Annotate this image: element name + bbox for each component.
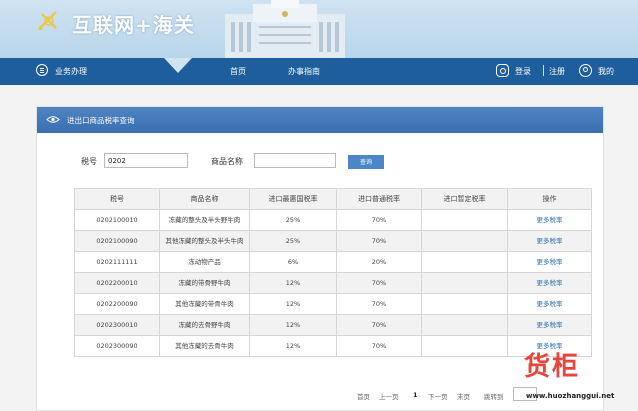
panel-header: 进出口商品税率查询: [37, 107, 603, 133]
nav-business[interactable]: 业务办理: [55, 66, 87, 77]
tax-number-label: 税号: [81, 157, 97, 166]
product-name-input[interactable]: [254, 153, 336, 168]
cell-mfn-rate: 12%: [249, 335, 337, 357]
pager-next[interactable]: 下一页: [428, 391, 448, 401]
eye-icon: [46, 116, 60, 123]
watermark-logo: 货柜: [524, 352, 581, 382]
cell-product-name: 冻动物产品: [159, 251, 250, 273]
cell-mfn-rate: 12%: [249, 272, 337, 294]
table-row: 0202111111 冻动物产品 6% 20% 更多税率: [74, 251, 592, 273]
cell-product-name: 其他冻藏的整头及半头牛肉: [159, 230, 250, 252]
cell-tax-number: 0202300090: [74, 335, 160, 357]
cell-mfn-rate: 12%: [249, 293, 337, 315]
table-header-row: 税号 商品名称 进口最惠国税率 进口普通税率 进口暂定税率 操作: [74, 188, 592, 210]
table-row: 0202300090 其他冻藏的去骨牛肉 12% 70% 更多税率: [74, 335, 592, 357]
cell-tax-number: 0202100090: [74, 230, 160, 252]
user-icon[interactable]: [579, 64, 592, 77]
cell-provisional-rate: [421, 314, 508, 336]
nav-guide[interactable]: 办事指南: [288, 66, 320, 77]
pager-prev[interactable]: 上一页: [379, 391, 399, 401]
more-rates-link[interactable]: 更多税率: [507, 209, 592, 231]
product-name-label: 商品名称: [211, 157, 243, 166]
tax-number-input[interactable]: [104, 153, 188, 168]
more-rates-link[interactable]: 更多税率: [507, 314, 592, 336]
pager-current[interactable]: 1: [413, 391, 418, 399]
cell-mfn-rate: 6%: [249, 251, 337, 273]
cell-general-rate: 70%: [336, 293, 422, 315]
cell-product-name: 冻藏的去骨野牛肉: [159, 314, 250, 336]
cell-general-rate: 70%: [336, 314, 422, 336]
cell-product-name: 冻藏的整头及半头野牛肉: [159, 209, 250, 231]
cell-tax-number: 0202111111: [74, 251, 160, 273]
cell-provisional-rate: [421, 209, 508, 231]
pager-jump-label: 跳转到: [484, 393, 504, 401]
pager-first[interactable]: 首页: [357, 391, 370, 401]
nav-register[interactable]: 注册: [549, 66, 565, 77]
table-row: 0202300010 冻藏的去骨野牛肉 12% 70% 更多税率: [74, 314, 592, 336]
site-title: 互联网+海关: [72, 13, 195, 37]
more-rates-link[interactable]: 更多税率: [507, 272, 592, 294]
panel-title: 进出口商品税率查询: [67, 116, 135, 125]
nav-login[interactable]: 登录: [515, 66, 531, 77]
col-header-tax-number: 税号: [74, 188, 160, 210]
col-header-general-rate: 进口普通税率: [336, 188, 422, 210]
pager-last[interactable]: 末页: [457, 391, 470, 401]
cell-general-rate: 20%: [336, 251, 422, 273]
tariff-query-panel: 进出口商品税率查询 税号 商品名称 查询 税号 商品名称 进口最惠国税率 进口普…: [36, 106, 604, 411]
cell-product-name: 其他冻藏的去骨牛肉: [159, 335, 250, 357]
cell-tax-number: 0202200090: [74, 293, 160, 315]
col-header-operation: 操作: [507, 188, 592, 210]
table-row: 0202200090 其他冻藏的带骨牛肉 12% 70% 更多税率: [74, 293, 592, 315]
cell-mfn-rate: 12%: [249, 314, 337, 336]
cell-general-rate: 70%: [336, 272, 422, 294]
cell-provisional-rate: [421, 230, 508, 252]
tariff-table: 税号 商品名称 进口最惠国税率 进口普通税率 进口暂定税率 操作 0202100…: [74, 188, 592, 357]
cell-general-rate: 70%: [336, 230, 422, 252]
cell-general-rate: 70%: [336, 209, 422, 231]
cell-provisional-rate: [421, 272, 508, 294]
table-row: 0202200010 冻藏的带骨野牛肉 12% 70% 更多税率: [74, 272, 592, 294]
menu-icon[interactable]: [36, 64, 48, 76]
query-button[interactable]: 查询: [348, 155, 384, 169]
cell-provisional-rate: [421, 251, 508, 273]
cell-provisional-rate: [421, 335, 508, 357]
cell-general-rate: 70%: [336, 335, 422, 357]
banner: 互联网+海关: [0, 0, 638, 58]
cell-tax-number: 0202300010: [74, 314, 160, 336]
more-rates-link[interactable]: 更多税率: [507, 293, 592, 315]
cell-mfn-rate: 25%: [249, 209, 337, 231]
watermark: 货柜 www.huozhanggui.net: [524, 346, 636, 406]
cell-mfn-rate: 25%: [249, 230, 337, 252]
cell-tax-number: 0202100010: [74, 209, 160, 231]
col-header-mfn-rate: 进口最惠国税率: [249, 188, 337, 210]
nav-home[interactable]: 首页: [230, 66, 246, 77]
table-row: 0202100010 冻藏的整头及半头野牛肉 25% 70% 更多税率: [74, 209, 592, 231]
col-header-product-name: 商品名称: [159, 188, 250, 210]
more-rates-link[interactable]: 更多税率: [507, 251, 592, 273]
more-rates-link[interactable]: 更多税率: [507, 230, 592, 252]
nav-mine[interactable]: 我的: [598, 66, 614, 77]
nav-separator: [543, 65, 544, 76]
cell-tax-number: 0202200010: [74, 272, 160, 294]
nav-pointer: [164, 58, 192, 73]
login-icon[interactable]: [496, 64, 509, 77]
cell-product-name: 冻藏的带骨野牛肉: [159, 272, 250, 294]
cell-provisional-rate: [421, 293, 508, 315]
col-header-provisional-rate: 进口暂定税率: [421, 188, 508, 210]
table-row: 0202100090 其他冻藏的整头及半头牛肉 25% 70% 更多税率: [74, 230, 592, 252]
cell-product-name: 其他冻藏的带骨牛肉: [159, 293, 250, 315]
customs-building-image: [225, 0, 345, 58]
watermark-url: www.huozhanggui.net: [526, 392, 615, 400]
main-nav: 业务办理 首页 办事指南 登录 注册 我的: [0, 58, 638, 85]
customs-emblem-icon: [38, 11, 57, 30]
